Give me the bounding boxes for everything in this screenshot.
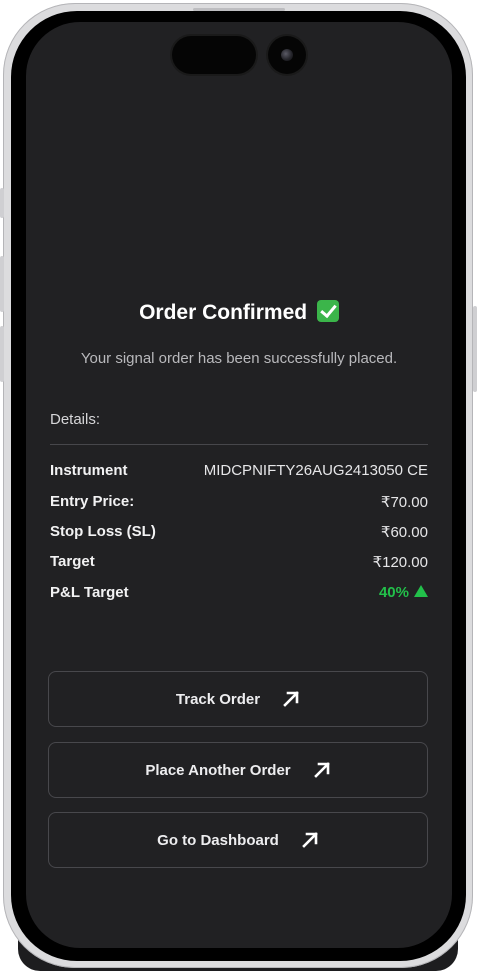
speaker-slit — [193, 8, 285, 11]
detail-label: Entry Price: — [50, 493, 135, 510]
arrow-up-right-icon — [301, 832, 318, 848]
dynamic-island — [172, 36, 256, 74]
detail-value: ₹60.00 — [380, 524, 428, 541]
detail-label: P&L Target — [50, 584, 129, 601]
detail-value: MIDCPNIFTY26AUG2413050 CE — [203, 462, 428, 479]
app-screen: Order Confirmed Your signal order has be… — [26, 22, 452, 948]
place-another-order-button[interactable]: Place Another Order — [48, 742, 428, 798]
check-mark-icon — [316, 300, 339, 322]
track-order-label: Track Order — [175, 690, 261, 708]
go-to-dashboard-label: Go to Dashboard — [157, 831, 279, 849]
detail-label: Stop Loss (SL) — [50, 523, 156, 540]
action-button — [0, 188, 4, 218]
go-to-dashboard-button[interactable]: Go to Dashboard — [48, 812, 428, 868]
detail-row-instrument: Instrument MIDCPNIFTY26AUG2413050 CE — [50, 462, 428, 482]
confirmation-message: Your signal order has been successfully … — [80, 350, 398, 367]
detail-value: ₹70.00 — [380, 494, 428, 511]
pnl-percent: 40% — [378, 584, 409, 601]
power-button — [473, 306, 477, 392]
place-another-order-label: Place Another Order — [145, 761, 291, 779]
arrow-up-right-icon — [283, 691, 299, 707]
detail-row-pnl-target: P&L Target 40% — [50, 584, 428, 604]
page-title-text: Order Confirmed — [139, 301, 308, 324]
arrow-up-right-icon — [313, 762, 330, 778]
page-title: Order Confirmed — [26, 300, 452, 325]
pnl-target-value: 40% — [379, 584, 428, 601]
volume-down-button — [0, 326, 4, 382]
detail-label: Instrument — [50, 462, 128, 479]
details-divider — [50, 444, 428, 445]
detail-row-stop-loss: Stop Loss (SL) ₹60.00 — [50, 523, 428, 543]
details-heading: Details: — [50, 411, 101, 428]
track-order-button[interactable]: Track Order — [48, 671, 428, 727]
volume-up-button — [0, 256, 4, 312]
camera-lens-icon — [281, 49, 293, 61]
detail-label: Target — [50, 553, 95, 570]
detail-row-target: Target ₹120.00 — [50, 553, 428, 573]
front-camera — [268, 36, 306, 74]
detail-row-entry-price: Entry Price: ₹70.00 — [50, 493, 428, 513]
up-triangle-icon — [414, 585, 428, 597]
detail-value: ₹120.00 — [372, 554, 428, 571]
